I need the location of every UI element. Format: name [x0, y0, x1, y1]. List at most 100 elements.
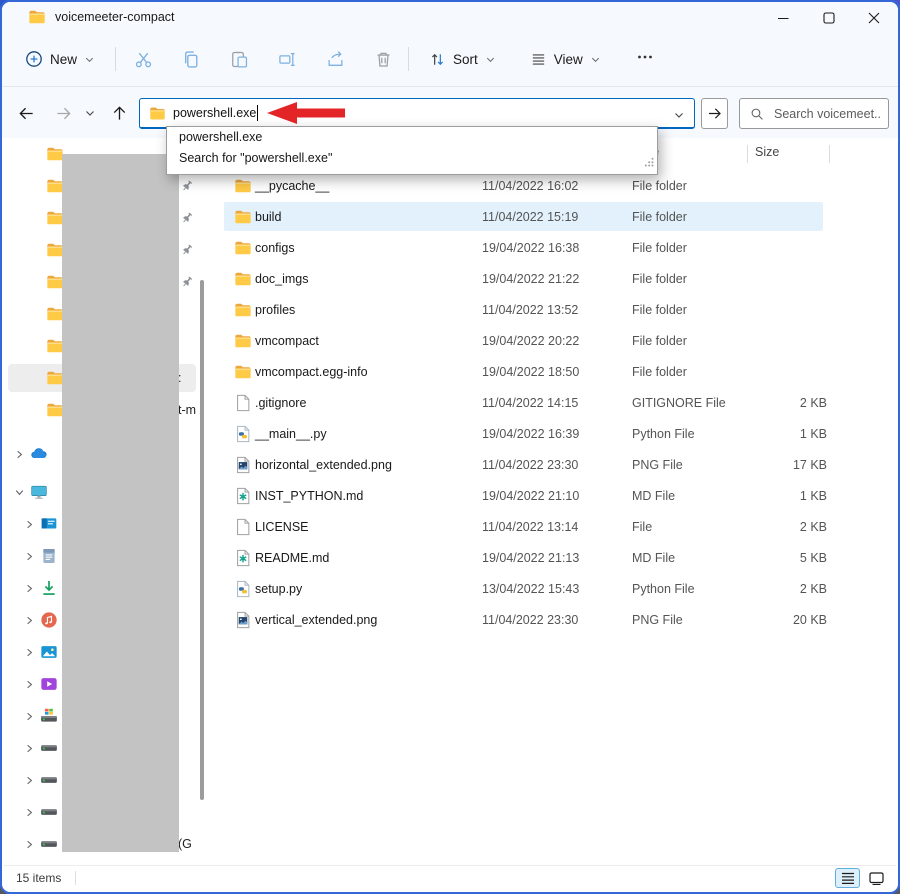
windrive-icon: [40, 707, 58, 725]
file-row[interactable]: profiles 11/04/2022 13:52 File folder: [212, 294, 896, 325]
file-type: MD File: [632, 488, 676, 503]
column-header-size[interactable]: Size: [755, 145, 779, 159]
folder-icon: [234, 208, 252, 226]
chevron-right-icon: [26, 680, 32, 688]
rename-button[interactable]: [262, 41, 310, 77]
redaction-overlay: [62, 154, 179, 852]
address-bar[interactable]: powershell.exe: [139, 98, 695, 129]
chevron-down-icon: [675, 113, 683, 118]
sort-button[interactable]: Sort: [419, 45, 506, 74]
file-type: File folder: [632, 240, 687, 255]
search-input[interactable]: [772, 105, 884, 122]
file-name: profiles: [255, 302, 296, 317]
desktop-icon: [40, 515, 58, 533]
copy-button[interactable]: [166, 41, 214, 77]
suggestion-item-search[interactable]: Search for "powershell.exe": [167, 148, 657, 169]
up-arrow-icon: [113, 105, 125, 120]
recent-locations-button[interactable]: [78, 97, 102, 129]
window-controls: [761, 2, 896, 34]
up-button[interactable]: [103, 97, 135, 129]
paste-button[interactable]: [214, 41, 262, 77]
chevron-right-icon: [26, 648, 32, 656]
file-row[interactable]: build 11/04/2022 15:19 File folder: [212, 201, 896, 232]
pin-icon: [180, 179, 194, 193]
file-row[interactable]: .gitignore 11/04/2022 14:15 GITIGNORE Fi…: [212, 387, 896, 418]
column-divider[interactable]: [747, 145, 748, 163]
file-size: 1 KB: [799, 426, 827, 441]
cut-button[interactable]: [118, 41, 166, 77]
file-size: 5 KB: [799, 550, 827, 565]
sidebar: : t-m (G: [4, 138, 210, 866]
search-box[interactable]: [739, 98, 889, 129]
suggestion-item[interactable]: powershell.exe: [167, 127, 657, 148]
file-row[interactable]: __main__.py 19/04/2022 16:39 Python File…: [212, 418, 896, 449]
file-row[interactable]: vmcompact 19/04/2022 20:22 File folder: [212, 325, 896, 356]
view-button[interactable]: View: [520, 45, 611, 74]
file-size: 2 KB: [799, 519, 827, 534]
more-options-button[interactable]: [625, 43, 665, 76]
file-type: File: [632, 519, 653, 534]
chevron-down-icon: [85, 57, 94, 62]
thumbnails-view-button[interactable]: [864, 868, 889, 888]
file-row[interactable]: horizontal_extended.png 11/04/2022 23:30…: [212, 449, 896, 480]
resize-grip-icon[interactable]: [644, 154, 654, 172]
forward-button[interactable]: [47, 97, 79, 129]
md-icon: [234, 487, 252, 505]
toolbar-divider: [408, 47, 410, 71]
file-name: LICENSE: [255, 519, 309, 534]
address-dropdown-button[interactable]: [673, 108, 685, 126]
music-icon: [40, 611, 58, 629]
close-button[interactable]: [851, 2, 896, 34]
column-divider[interactable]: [829, 145, 830, 163]
chevron-down-icon: [486, 57, 494, 62]
chevron-right-icon: [26, 616, 32, 624]
sidebar-item-label: (G: [178, 837, 192, 851]
drive-icon: [40, 835, 58, 853]
new-button[interactable]: New: [17, 44, 103, 74]
chevron-right-icon: [26, 584, 32, 592]
sidebar-scrollbar[interactable]: [200, 280, 204, 800]
file-date-modified: 11/04/2022 23:30: [482, 612, 579, 627]
py-icon: [234, 425, 252, 443]
file-row[interactable]: setup.py 13/04/2022 15:43 Python File 2 …: [212, 573, 896, 604]
file-type: File folder: [632, 209, 687, 224]
file-row[interactable]: README.md 19/04/2022 21:13 MD File 5 KB: [212, 542, 896, 573]
drive-icon: [40, 771, 58, 789]
chevron-right-icon: [16, 450, 22, 458]
share-button[interactable]: [310, 41, 358, 77]
file-row[interactable]: vertical_extended.png 11/04/2022 23:30 P…: [212, 604, 896, 635]
file-row[interactable]: INST_PYTHON.md 19/04/2022 21:10 MD File …: [212, 480, 896, 511]
file-row[interactable]: doc_imgs 19/04/2022 21:22 File folder: [212, 263, 896, 294]
delete-button[interactable]: [358, 41, 406, 77]
back-button[interactable]: [10, 97, 42, 129]
file-date-modified: 11/04/2022 13:14: [482, 519, 579, 534]
minimize-button[interactable]: [761, 2, 806, 34]
file-name: configs: [255, 240, 295, 255]
file-date-modified: 19/04/2022 18:50: [482, 364, 580, 379]
forward-arrow-icon: [56, 107, 71, 119]
details-view-button[interactable]: [835, 868, 860, 888]
address-input[interactable]: powershell.exe: [173, 106, 256, 120]
view-list-icon: [532, 53, 544, 65]
maximize-icon: [822, 12, 835, 24]
address-suggestion-popup: powershell.exe Search for "powershell.ex…: [166, 126, 658, 175]
file-row[interactable]: vmcompact.egg-info 19/04/2022 18:50 File…: [212, 356, 896, 387]
file-date-modified: 11/04/2022 14:15: [482, 395, 579, 410]
file-name: README.md: [255, 550, 330, 565]
chevron-right-icon: [15, 489, 23, 495]
file-size: 20 KB: [792, 612, 827, 627]
go-button[interactable]: [701, 98, 728, 129]
file-row[interactable]: configs 19/04/2022 16:38 File folder: [212, 232, 896, 263]
maximize-button[interactable]: [806, 2, 851, 34]
file-name: INST_PYTHON.md: [255, 488, 364, 503]
items-count: 15 items: [16, 871, 62, 885]
file-date-modified: 11/04/2022 23:30: [482, 457, 579, 472]
file-row[interactable]: LICENSE 11/04/2022 13:14 File 2 KB: [212, 511, 896, 542]
doc-icon: [234, 518, 252, 536]
file-type: GITIGNORE File: [632, 395, 726, 410]
chevron-right-icon: [26, 840, 32, 848]
close-icon: [868, 12, 879, 24]
statusbar-divider: [75, 871, 77, 885]
folder-icon: [234, 239, 252, 257]
documents-icon: [40, 547, 58, 565]
